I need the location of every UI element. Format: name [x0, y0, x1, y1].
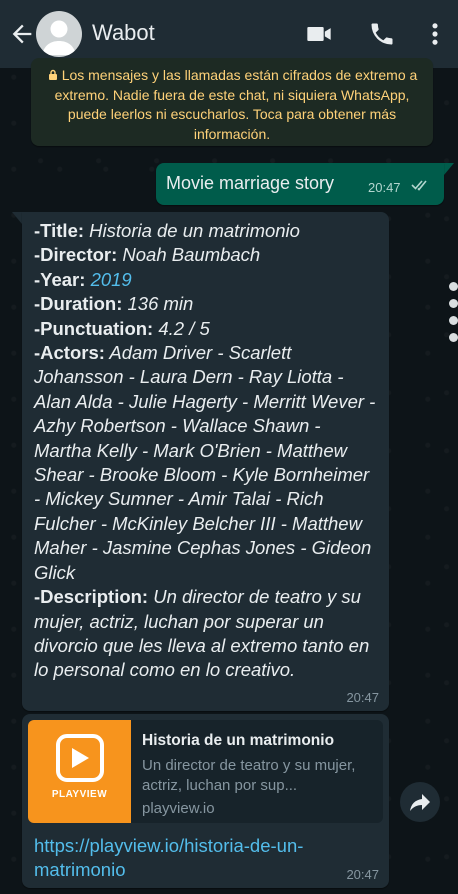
share-icon [410, 794, 430, 811]
actors-value: Adam Driver - Scarlett Johansson - Laura… [34, 342, 376, 583]
duration-value: 136 min [127, 293, 194, 315]
more-vertical-icon[interactable] [421, 20, 449, 48]
incoming-message[interactable]: -Title: Historia de un matrimonio -Direc… [22, 212, 389, 711]
outgoing-message-text: Movie marriage story [166, 173, 335, 193]
link-preview-card[interactable]: PLAYVIEW Historia de un matrimonio Un di… [28, 720, 383, 823]
actors-label: -Actors: [34, 342, 105, 364]
playview-logo: PLAYVIEW [28, 720, 131, 823]
movie-info-text: -Title: Historia de un matrimonio -Direc… [34, 219, 379, 683]
link-url[interactable]: https://playview.io/historia-de-un-matri… [34, 834, 334, 883]
playview-logo-text: PLAYVIEW [51, 789, 108, 800]
director-value: Noah Baumbach [122, 244, 261, 266]
encryption-notice[interactable]: Los mensajes y las llamadas están cifrad… [31, 58, 433, 146]
lock-icon [48, 69, 57, 80]
title-value: Historia de un matrimonio [89, 220, 300, 241]
outgoing-bubble-tail [444, 163, 454, 175]
link-preview-description: Un director de teatro y su mujer, actriz… [142, 757, 356, 794]
back-arrow-icon[interactable] [8, 20, 36, 48]
punctuation-value: 4.2 / 5 [158, 317, 210, 339]
link-preview-title: Historia de un matrimonio [142, 732, 335, 749]
link-message[interactable]: PLAYVIEW Historia de un matrimonio Un di… [22, 714, 389, 888]
outgoing-message-time: 20:47 [368, 180, 401, 195]
outgoing-message[interactable]: Movie marriage story 20:47 [156, 163, 444, 205]
title-label: -Title: [34, 220, 85, 241]
link-preview-domain: playview.io [142, 800, 215, 817]
year-value[interactable]: 2019 [91, 269, 132, 290]
punctuation-label: -Punctuation: [34, 317, 154, 339]
phone-icon[interactable] [368, 20, 396, 48]
incoming-message-time: 20:47 [346, 690, 379, 705]
link-message-time: 20:47 [346, 867, 379, 882]
contact-name[interactable]: Wabot [92, 20, 155, 46]
incoming-bubble-tail [12, 212, 22, 224]
duration-label: -Duration: [34, 293, 123, 315]
share-button[interactable] [400, 782, 440, 822]
avatar-icon[interactable] [36, 11, 82, 57]
year-label: -Year: [34, 268, 86, 290]
scroll-indicator [449, 282, 458, 350]
double-check-icon [411, 180, 427, 191]
description-label: -Description: [34, 586, 149, 608]
video-call-icon[interactable] [305, 20, 333, 48]
director-label: -Director: [34, 244, 118, 266]
encryption-notice-text: Los mensajes y las llamadas están cifrad… [54, 67, 418, 142]
